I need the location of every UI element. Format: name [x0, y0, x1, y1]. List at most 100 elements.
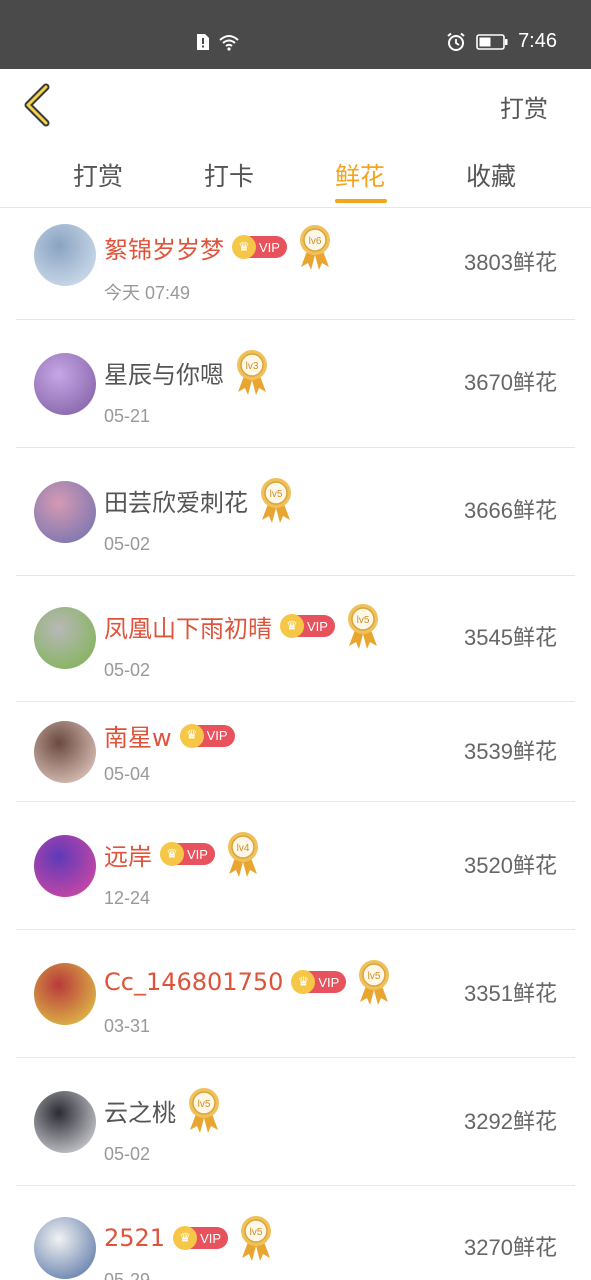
- avatar[interactable]: [34, 1217, 96, 1279]
- gift-date: 今天 07:49: [104, 283, 191, 303]
- level-medal-icon: lv5: [261, 478, 291, 523]
- level-medal-label: lv5: [250, 1227, 263, 1238]
- level-medal-label: lv5: [270, 489, 283, 500]
- list-item[interactable]: 远岸 ♛ VIP lv4 12-24 3520鲜花: [0, 802, 591, 930]
- tab-checkin[interactable]: 打卡: [204, 157, 254, 193]
- avatar[interactable]: [34, 224, 96, 286]
- flower-count: 3666鲜花: [464, 498, 557, 523]
- vip-label: VIP: [200, 1230, 222, 1246]
- user-name[interactable]: Cc_146801750: [104, 968, 283, 996]
- level-medal-label: lv4: [237, 843, 250, 854]
- avatar[interactable]: [34, 1091, 96, 1153]
- level-medal-label: lv3: [246, 361, 259, 372]
- reward-action-button[interactable]: 打赏: [500, 89, 548, 124]
- battery-icon: [476, 33, 508, 50]
- level-medal-icon: lv5: [241, 1216, 272, 1261]
- user-name-line: Cc_146801750 ♛ VIP lv5: [104, 958, 392, 1006]
- list-item[interactable]: 絮锦岁岁梦 ♛ VIP lv6 今天 07:49 3803鲜花: [0, 209, 591, 320]
- user-name-line: 云之桃 lv5: [104, 1086, 222, 1134]
- wifi-icon: [219, 35, 239, 51]
- flower-count: 3351鲜花: [464, 981, 557, 1006]
- flower-count: 3803鲜花: [464, 250, 557, 275]
- user-name-line: 远岸 ♛ VIP lv4: [104, 830, 261, 878]
- avatar[interactable]: [34, 607, 96, 669]
- flower-count: 3539鲜花: [464, 739, 557, 764]
- user-name-line: 星辰与你嗯 lv3: [104, 348, 270, 396]
- avatar[interactable]: [34, 835, 96, 897]
- level-medal-icon: lv6: [299, 225, 330, 270]
- sim-card-icon: [197, 34, 209, 50]
- list-item[interactable]: 云之桃 lv5 05-02 3292鲜花: [0, 1058, 591, 1186]
- avatar[interactable]: [34, 353, 96, 415]
- list-item[interactable]: Cc_146801750 ♛ VIP lv5 03-31 3351鲜花: [0, 930, 591, 1058]
- status-time: 7:46: [518, 30, 557, 52]
- alarm-icon: [447, 32, 465, 51]
- gift-date: 03-31: [104, 1016, 151, 1036]
- crown-icon: ♛: [179, 723, 204, 748]
- crown-icon: ♛: [280, 614, 304, 638]
- vip-badge: ♛ VIP: [179, 723, 235, 748]
- user-name-line: 絮锦岁岁梦 ♛ VIP lv6: [104, 223, 333, 271]
- gift-date: 05-02: [104, 1144, 151, 1164]
- list-item[interactable]: 2521 ♛ VIP lv5 05-29 3270鲜花: [0, 1186, 591, 1280]
- gift-date: 05-02: [104, 660, 151, 680]
- tab-reward[interactable]: 打赏: [73, 157, 123, 193]
- flower-count: 3292鲜花: [464, 1109, 557, 1134]
- user-name[interactable]: 云之桃: [104, 1093, 176, 1128]
- gift-date: 05-29: [104, 1270, 151, 1280]
- user-name[interactable]: 南星w: [104, 718, 172, 753]
- vip-badge: ♛ VIP: [173, 1226, 229, 1250]
- level-medal-label: lv5: [368, 971, 381, 982]
- status-icons-right: 7:46: [446, 30, 557, 53]
- back-button[interactable]: [20, 83, 60, 127]
- tab-bar: 打赏 打卡 鲜花 收藏: [0, 139, 591, 208]
- user-name-line: 凤凰山下雨初晴 ♛ VIP lv5: [104, 602, 381, 650]
- user-name[interactable]: 絮锦岁岁梦: [104, 230, 224, 265]
- user-name[interactable]: 田芸欣爱刺花: [104, 483, 248, 518]
- level-medal-label: lv5: [198, 1099, 211, 1110]
- header: 打赏: [0, 69, 591, 139]
- user-name-line: 田芸欣爱刺花 lv5: [104, 476, 294, 524]
- crown-icon: ♛: [173, 1226, 198, 1250]
- crown-icon: ♛: [232, 235, 256, 259]
- status-icons-center: [196, 33, 240, 51]
- list-item[interactable]: 星辰与你嗯 lv3 05-21 3670鲜花: [0, 320, 591, 448]
- vip-badge: ♛ VIP: [232, 235, 287, 259]
- chevron-left-icon: [24, 83, 50, 127]
- user-name[interactable]: 远岸: [104, 837, 152, 872]
- flower-count: 3520鲜花: [464, 853, 557, 878]
- gift-date: 05-04: [104, 764, 151, 784]
- crown-icon: ♛: [291, 970, 316, 994]
- gift-date: 05-02: [104, 534, 151, 554]
- level-medal-label: lv6: [309, 236, 322, 247]
- user-name[interactable]: 星辰与你嗯: [104, 355, 224, 390]
- user-name[interactable]: 凤凰山下雨初晴: [104, 609, 272, 644]
- vip-label: VIP: [259, 239, 280, 255]
- tab-active-indicator: [335, 199, 387, 203]
- status-bar: 7:46: [0, 0, 591, 69]
- user-name-line: 2521 ♛ VIP lv5: [104, 1214, 274, 1262]
- crown-icon: ♛: [160, 842, 184, 866]
- list-item[interactable]: 南星w ♛ VIP 05-04 3539鲜花: [0, 702, 591, 802]
- level-medal-icon: lv5: [359, 960, 390, 1005]
- level-medal-icon: lv5: [189, 1088, 219, 1133]
- user-name[interactable]: 2521: [104, 1224, 165, 1252]
- tab-flowers[interactable]: 鲜花: [335, 157, 385, 193]
- vip-label: VIP: [206, 728, 228, 743]
- level-medal-icon: lv4: [227, 832, 258, 877]
- vip-label: VIP: [187, 846, 208, 862]
- avatar[interactable]: [34, 721, 96, 783]
- flower-count: 3270鲜花: [464, 1235, 557, 1260]
- vip-label: VIP: [307, 618, 328, 634]
- level-medal-icon: lv5: [347, 604, 378, 649]
- tab-favorites[interactable]: 收藏: [466, 157, 516, 193]
- level-medal-icon: lv3: [237, 350, 267, 395]
- list-item[interactable]: 田芸欣爱刺花 lv5 05-02 3666鲜花: [0, 448, 591, 576]
- gift-date: 05-21: [104, 406, 151, 426]
- vip-label: VIP: [318, 974, 340, 990]
- avatar[interactable]: [34, 481, 96, 543]
- vip-badge: ♛ VIP: [291, 970, 347, 994]
- avatar[interactable]: [34, 963, 96, 1025]
- list-item[interactable]: 凤凰山下雨初晴 ♛ VIP lv5 05-02 3545鲜花: [0, 576, 591, 702]
- vip-badge: ♛ VIP: [280, 614, 335, 638]
